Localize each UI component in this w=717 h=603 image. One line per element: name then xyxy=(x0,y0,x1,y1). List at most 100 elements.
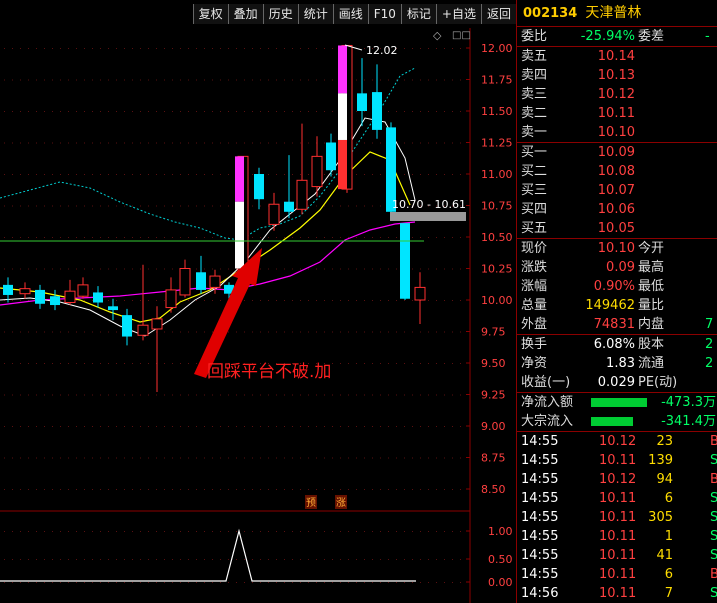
tick-price: 10.12 xyxy=(599,472,637,487)
toolbar-button[interactable]: 返回 xyxy=(480,4,516,24)
tick-row: 14:55 10.12 94 B xyxy=(517,470,717,489)
range-label: 10.70 - 10.61 xyxy=(392,198,466,211)
y-tick-label: 10.00 xyxy=(481,294,513,307)
y-tick-label: 11.75 xyxy=(481,74,513,87)
sells-row: 卖五 10.14 xyxy=(517,47,717,66)
field-label: PE(动) xyxy=(638,375,678,390)
tick-row: 14:55 10.11 6 B xyxy=(517,565,717,584)
sub-tick-label: 0.50 xyxy=(488,553,513,566)
candle-body xyxy=(296,179,308,210)
tick-row: 14:56 10.11 7 S xyxy=(517,584,717,603)
sells-row: 卖一 10.10 xyxy=(517,123,717,142)
tick-price: 10.12 xyxy=(599,434,637,449)
tick-time: 14:55 xyxy=(521,434,559,449)
field-label: 总量 xyxy=(521,298,548,313)
toolbar-button[interactable]: 标记 xyxy=(400,4,436,24)
toolbar-button[interactable]: F10 xyxy=(367,4,401,24)
candle-body xyxy=(50,296,60,306)
tick-flag: S xyxy=(710,510,717,525)
candle-body xyxy=(108,306,118,311)
candle-body xyxy=(400,223,410,299)
field-label: 涨幅 xyxy=(521,279,548,294)
field-value: 0.90% xyxy=(593,279,635,294)
tick-row: 14:55 10.11 1 S xyxy=(517,527,717,546)
buys-row: 买二 10.08 xyxy=(517,162,717,181)
toolbar-button[interactable]: +自选 xyxy=(435,4,481,24)
candle-body xyxy=(372,92,382,130)
field-value: 2 xyxy=(705,356,714,371)
field-label: 量比 xyxy=(638,298,665,313)
book-price: 10.05 xyxy=(597,221,635,236)
book-price: 10.11 xyxy=(597,106,635,121)
tick-flag: S xyxy=(710,453,717,468)
toolbar-button[interactable]: 画线 xyxy=(332,4,368,24)
candle-body xyxy=(19,288,31,295)
book-price: 10.12 xyxy=(597,87,635,102)
sells-row: 卖四 10.13 xyxy=(517,66,717,85)
book-label: 卖四 xyxy=(521,68,548,83)
field-label: 最高 xyxy=(638,260,665,275)
highlight-bar xyxy=(235,156,244,202)
candle-body xyxy=(77,284,89,297)
field-value: 7 xyxy=(705,317,714,332)
field-label: 内盘 xyxy=(638,317,665,332)
field-value: 1.83 xyxy=(606,356,635,371)
kline-chart[interactable]: 12.00 11.75 11.50 11.25 11.00 10.75 10.50 10.25… xyxy=(0,0,516,603)
candle-body xyxy=(151,318,163,330)
stock-code: 002134 xyxy=(523,6,578,21)
toolbar-button[interactable]: 统计 xyxy=(297,4,333,24)
tick-time: 14:55 xyxy=(521,472,559,487)
candle-body xyxy=(254,174,264,200)
field-value: 0.09 xyxy=(606,260,635,275)
tick-row: 14:55 10.11 6 S xyxy=(517,489,717,508)
y-tick-label: 10.50 xyxy=(481,231,513,244)
tick-volume: 6 xyxy=(664,567,673,582)
flow-label: 大宗流入 xyxy=(521,414,574,429)
candle-body xyxy=(165,289,177,309)
book-price: 10.07 xyxy=(597,183,635,198)
diamond-icon[interactable]: ◇ xyxy=(433,29,442,42)
field-label: 流通 xyxy=(638,356,665,371)
flow-label: 净流入额 xyxy=(521,395,574,410)
toolbar-button[interactable]: 复权 xyxy=(192,4,228,24)
field-label: 净资 xyxy=(521,356,548,371)
toolbar-button[interactable]: 历史 xyxy=(262,4,298,24)
y-tick-label: 11.50 xyxy=(481,105,513,118)
tick-time: 14:55 xyxy=(521,548,559,563)
annotation-text: 回踩平台不破.加 xyxy=(207,362,331,382)
highlight-bar xyxy=(235,201,244,269)
tick-flag: S xyxy=(710,548,717,563)
tick-volume: 94 xyxy=(656,472,673,487)
toolbar-button[interactable]: 叠加 xyxy=(227,4,263,24)
y-tick-label: 11.25 xyxy=(481,137,513,150)
chart-toolbar: 复权 叠加 历史 统计 画线 F10 标记 +自选 返回 xyxy=(192,4,516,24)
sub-tick-label: 0.00 xyxy=(488,576,513,589)
quote-panel: 002134 天津普林 委比 -25.94% 委差 - 卖五 10.14 卖四 10.… xyxy=(516,0,717,603)
book-price: 10.10 xyxy=(597,125,635,140)
tick-time: 14:55 xyxy=(521,529,559,544)
y-tick-label: 9.75 xyxy=(481,326,506,339)
tick-price: 10.11 xyxy=(599,491,637,506)
candle-body xyxy=(357,93,367,111)
tick-time: 14:55 xyxy=(521,567,559,582)
field-label: 涨跌 xyxy=(521,260,548,275)
candle-body xyxy=(268,203,280,225)
field-value: 0.029 xyxy=(597,375,635,390)
tick-price: 10.11 xyxy=(599,586,637,601)
flow-row: 净流入额 -473.3万 xyxy=(517,393,717,412)
sells-row: 卖三 10.12 xyxy=(517,85,717,104)
buys-row: 买一 10.09 xyxy=(517,143,717,162)
y-tick-label: 9.50 xyxy=(481,357,506,370)
tick-flag: B xyxy=(710,567,717,582)
candle-body xyxy=(137,324,149,336)
tick-time: 14:55 xyxy=(521,453,559,468)
stock-title: 002134 天津普林 xyxy=(517,0,717,27)
book-label: 买五 xyxy=(521,221,548,236)
tag-yu: 预 xyxy=(306,497,316,509)
candle-body xyxy=(93,292,103,303)
field-label: 股本 xyxy=(638,337,665,352)
stock-name: 天津普林 xyxy=(585,5,642,21)
window-dots-icon[interactable]: □□ xyxy=(452,30,471,41)
field-label: 收益(一) xyxy=(521,375,571,390)
tick-volume: 1 xyxy=(664,529,673,544)
